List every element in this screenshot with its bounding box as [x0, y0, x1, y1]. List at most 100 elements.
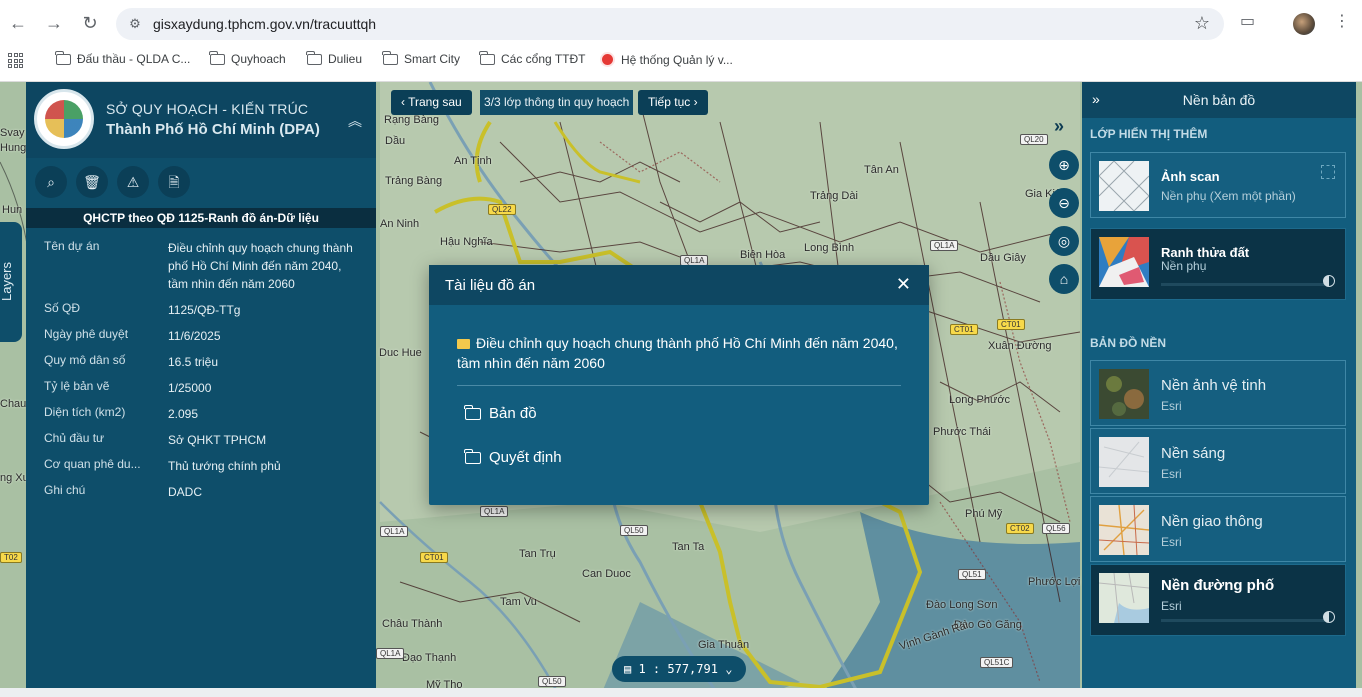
locate-icon[interactable]: ◎ — [1049, 226, 1079, 256]
address-bar[interactable]: ⚙ gisxaydung.tphcm.gov.vn/tracuuttqh ☆ — [116, 8, 1224, 40]
traffic-thumbnail — [1099, 505, 1149, 555]
map-label: Biên Hòa — [740, 249, 786, 261]
map-label: Rạng Bàng — [384, 114, 440, 126]
scale-selector[interactable]: ▤ 1 : 577,791 ⌄ — [612, 656, 746, 682]
modal-header: Tài liệu đồ án ✕ — [429, 265, 929, 305]
trash-icon[interactable]: 🗑 — [76, 166, 108, 198]
close-icon[interactable]: ✕ — [896, 274, 911, 295]
opacity-slider[interactable] — [1161, 283, 1325, 286]
field-value: DADC — [168, 485, 203, 499]
folder-ban-do[interactable]: Bản đồ — [464, 404, 537, 422]
field-label: Ghi chú — [44, 483, 86, 497]
org-city: Thành Phố Hồ Chí Minh (DPA) — [106, 121, 320, 138]
project-folder[interactable]: Điều chỉnh quy hoạch chung thành phố Hồ … — [457, 333, 905, 373]
bookmark-smartcity[interactable]: Smart City — [382, 50, 460, 66]
light-thumbnail — [1099, 437, 1149, 487]
menu-dots-icon[interactable]: ⋮ — [1334, 11, 1350, 31]
zoom-out-icon[interactable]: ⊖ — [1049, 188, 1079, 218]
map-label: Trảng Dài — [810, 190, 858, 202]
map-label: Đào Long Sơn — [926, 599, 998, 611]
scale-value: 1 : 577,791 — [638, 662, 718, 676]
map-label: Gia Thuận — [698, 639, 750, 651]
layer-sub: Esri — [1161, 399, 1182, 413]
folder-icon — [306, 50, 322, 65]
back-icon[interactable]: ← — [6, 11, 30, 35]
road-shield: QL1A — [480, 506, 509, 517]
basemap-card-duong-pho[interactable]: Nền đường phố Esri — [1090, 564, 1346, 636]
map-label: Hậu Nghĩa — [440, 236, 493, 248]
field-value: Thủ tướng chính phủ — [168, 459, 281, 473]
layer-sub: Nền phụ — [1161, 259, 1207, 273]
browser-chrome: ← → ↻ ⚙ gisxaydung.tphcm.gov.vn/tracuutt… — [0, 0, 1362, 82]
road-shield: QL50 — [538, 676, 566, 687]
layer-card-ranh-thua[interactable]: Ranh thửa đất Nền phụ — [1090, 228, 1346, 300]
folder-icon — [479, 50, 495, 65]
map-label: Đạo Thạnh — [402, 652, 457, 664]
layer-sub: Esri — [1161, 599, 1182, 613]
bookmark-hethong[interactable]: Hệ thống Quản lý v... — [600, 52, 733, 67]
layer-name: Nền ảnh vệ tinh — [1161, 377, 1267, 394]
bookmark-star-icon[interactable]: ☆ — [1194, 13, 1210, 34]
basemap-header: » Nền bản đồ — [1082, 82, 1356, 118]
basemap-card-ve-tinh[interactable]: Nền ảnh vệ tinh Esri — [1090, 360, 1346, 426]
parcel-thumbnail — [1099, 237, 1149, 287]
extra-layers-heading: LỚP HIỂN THỊ THÊM — [1090, 127, 1208, 141]
layer-card-anh-scan[interactable]: Ảnh scan Nền phụ (Xem một phần) — [1090, 152, 1346, 218]
map-label: Long Phước — [949, 394, 1011, 406]
site-info-icon[interactable]: ⚙ — [126, 15, 144, 33]
basemap-card-nen-sang[interactable]: Nền sáng Esri — [1090, 428, 1346, 494]
cast-icon[interactable]: ▭ — [1240, 11, 1255, 31]
warning-icon[interactable]: ⚠ — [117, 166, 149, 198]
layer-name: Nền giao thông — [1161, 513, 1263, 530]
zoom-in-icon[interactable]: ⊕ — [1049, 150, 1079, 180]
road-shield: CT01 — [420, 552, 448, 563]
road-shield: CT02 — [1006, 523, 1034, 534]
field-value: 2.095 — [168, 407, 199, 421]
basemap-card-giao-thong[interactable]: Nền giao thông Esri — [1090, 496, 1346, 562]
road-shield: T02 — [0, 552, 22, 563]
map-label: Duc Hue — [379, 347, 422, 359]
layer-name: Ảnh scan — [1161, 169, 1220, 184]
profile-avatar[interactable] — [1293, 13, 1315, 35]
opacity-icon — [1323, 275, 1335, 287]
map-label: Chau — [0, 398, 27, 410]
map-label: An Tịnh — [454, 155, 492, 167]
next-page-button[interactable]: Tiếp tục › — [638, 90, 708, 115]
search-icon[interactable]: ⌕ — [35, 166, 67, 198]
road-shield: QL1A — [376, 648, 405, 659]
home-icon[interactable]: ⌂ — [1049, 264, 1079, 294]
prev-page-button[interactable]: ‹ Trang sau — [391, 90, 472, 115]
field-value: 11/6/2025 — [168, 329, 221, 343]
scale-icon: ▤ — [624, 662, 632, 676]
bookmark-quyhoach[interactable]: Quyhoach — [209, 50, 286, 66]
forward-icon[interactable]: → — [42, 11, 66, 35]
map-label: Xuân Đường — [988, 340, 1052, 352]
folder-icon — [464, 404, 481, 420]
expand-panel-icon[interactable]: » — [1054, 116, 1064, 137]
reload-icon[interactable]: ↻ — [78, 11, 102, 35]
folder-quyet-dinh[interactable]: Quyết định — [464, 448, 562, 466]
field-value: 1125/QĐ-TTg — [168, 303, 241, 317]
layer-name: Nền đường phố — [1161, 577, 1275, 594]
field-label: Chủ đầu tư — [44, 431, 105, 445]
map-label: Hung — [0, 142, 27, 154]
layers-tab[interactable]: Layers — [0, 222, 22, 342]
bookmark-congttdt[interactable]: Các cổng TTĐT — [479, 50, 585, 66]
url-text: gisxaydung.tphcm.gov.vn/tracuuttqh — [153, 16, 377, 32]
field-value: 1/25000 — [168, 381, 212, 395]
document-icon[interactable]: 🗎 — [158, 166, 190, 198]
bookmark-dulieu[interactable]: Dulieu — [306, 50, 362, 66]
field-value: Điều chỉnh quy hoạch chung thành phố Hồ … — [168, 241, 353, 291]
opacity-slider[interactable] — [1161, 619, 1325, 622]
collapse-up-icon[interactable]: ︽ — [348, 111, 362, 131]
fullscreen-icon[interactable] — [1321, 165, 1335, 179]
bookmark-dauthau[interactable]: Đấu thầu - QLDA C... — [55, 50, 190, 66]
layer-sub: Esri — [1161, 467, 1182, 481]
map-label: Tan Trụ — [519, 548, 556, 560]
apps-grid-icon[interactable] — [8, 53, 23, 68]
panel-tools: ⌕ 🗑 ⚠ 🗎 — [26, 162, 376, 206]
map-label: Can Duoc — [582, 568, 631, 580]
scan-thumbnail — [1099, 161, 1149, 211]
org-name: SỞ QUY HOẠCH - KIẾN TRÚC — [106, 101, 309, 117]
field-label: Ngày phê duyệt — [44, 327, 129, 341]
